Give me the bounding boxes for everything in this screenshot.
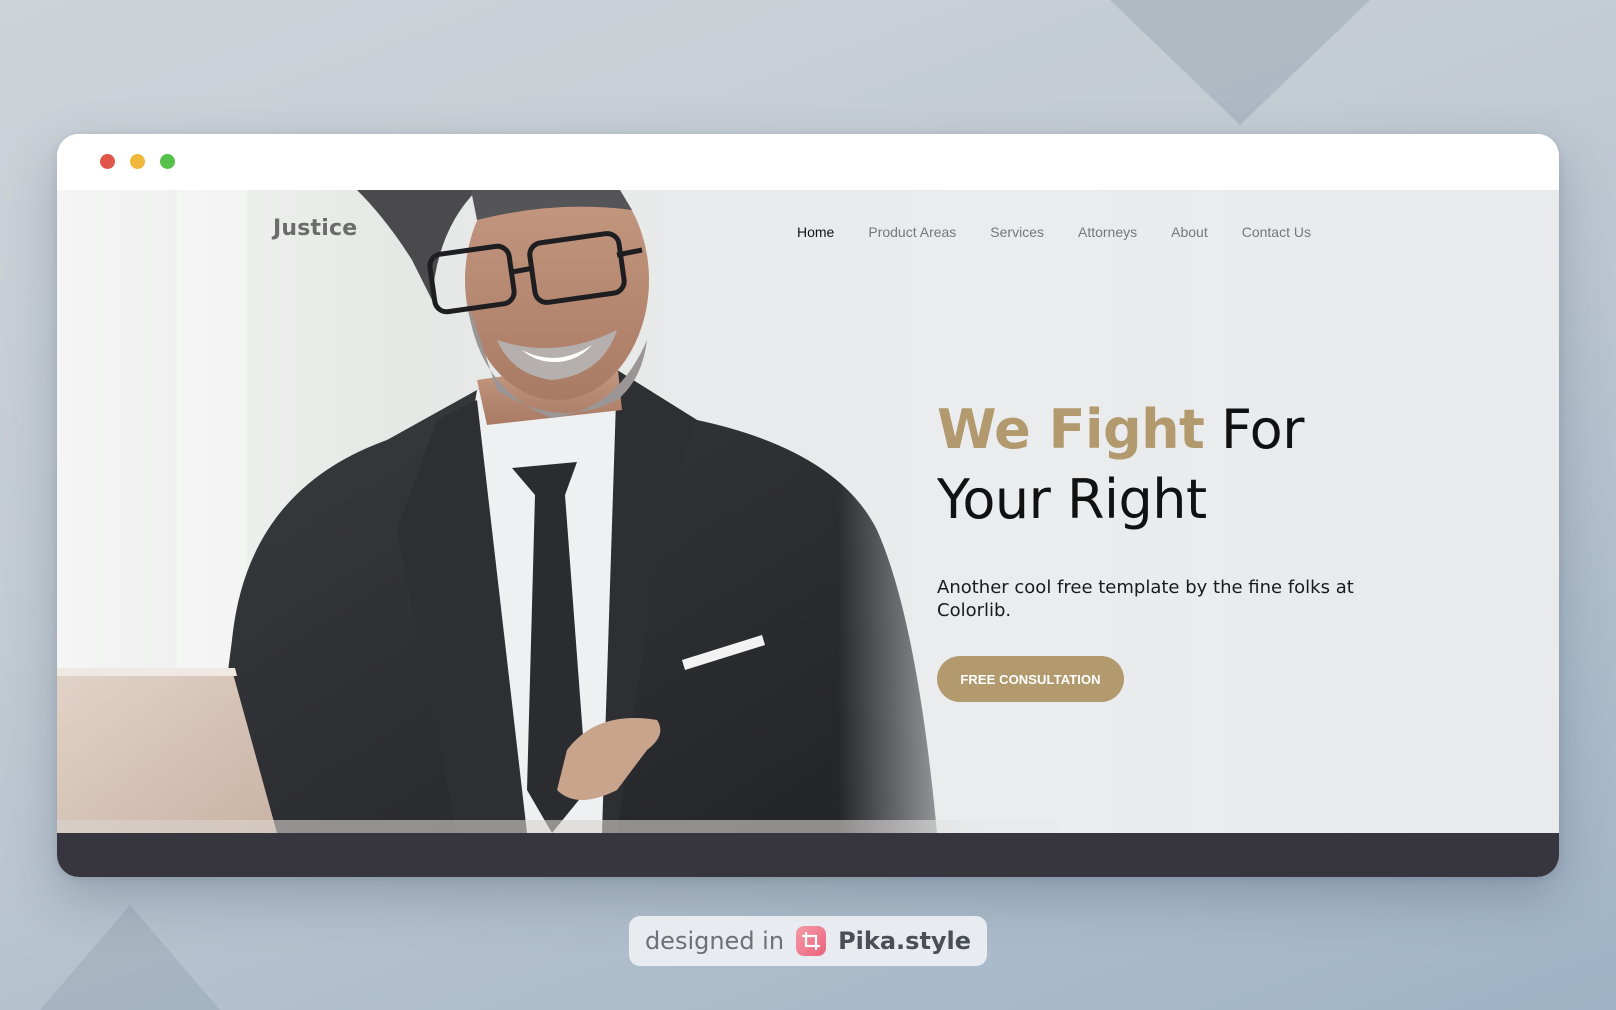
browser-window: Justice Home Product Areas Services Atto… xyxy=(57,134,1559,877)
hero-section: Justice Home Product Areas Services Atto… xyxy=(57,190,1559,833)
nav-item-services[interactable]: Services xyxy=(990,224,1044,240)
nav-item-home[interactable]: Home xyxy=(797,224,834,240)
headline-accent: We Fight xyxy=(937,398,1205,461)
badge-prefix: designed in xyxy=(644,927,785,955)
nav-item-contact-us[interactable]: Contact Us xyxy=(1242,224,1311,240)
hero-subtext: Another cool free template by the fine f… xyxy=(937,577,1354,621)
badge-brand: Pika.style xyxy=(838,927,972,955)
minimize-window-button[interactable] xyxy=(130,154,145,169)
close-window-button[interactable] xyxy=(100,154,115,169)
site-logo[interactable]: Justice xyxy=(273,216,357,241)
background-shape xyxy=(40,905,220,1010)
nav-item-attorneys[interactable]: Attorneys xyxy=(1078,224,1137,240)
main-nav: Home Product Areas Services Attorneys Ab… xyxy=(797,224,1345,240)
pika-style-badge[interactable]: designed in Pika.style xyxy=(629,916,987,966)
nav-item-about[interactable]: About xyxy=(1171,224,1208,240)
hero-headline: We Fight For Your Right xyxy=(937,395,1457,535)
crop-icon xyxy=(796,926,827,956)
nav-item-product-areas[interactable]: Product Areas xyxy=(868,224,956,240)
background-shape xyxy=(1110,0,1370,125)
maximize-window-button[interactable] xyxy=(160,154,175,169)
headline-text: Your Right xyxy=(937,468,1207,531)
footer-bar xyxy=(57,833,1559,877)
window-titlebar xyxy=(57,134,1559,190)
headline-text: For xyxy=(1204,398,1304,461)
free-consultation-button[interactable]: FREE CONSULTATION xyxy=(937,656,1124,702)
